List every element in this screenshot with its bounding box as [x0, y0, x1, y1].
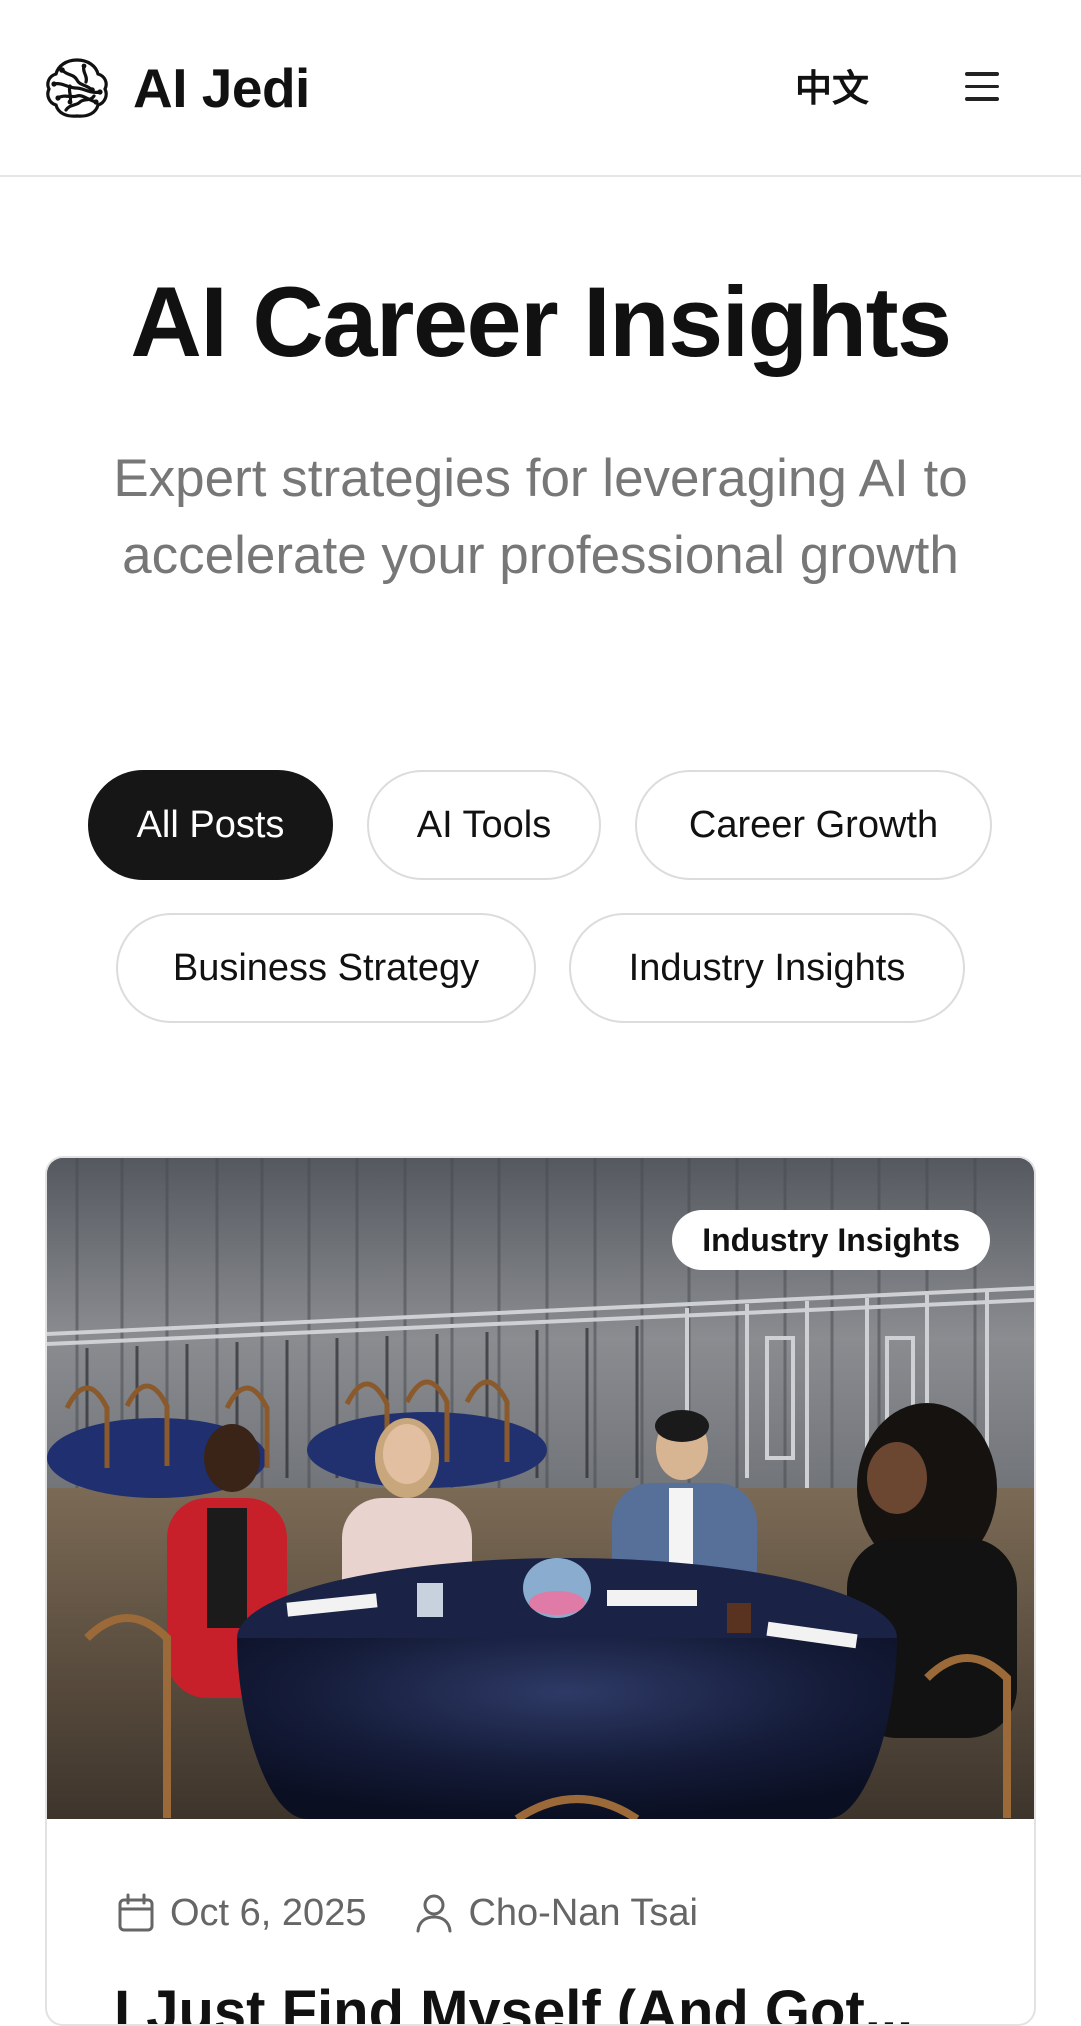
calendar-icon — [118, 1893, 154, 1932]
brain-circuit-icon[interactable] — [44, 56, 110, 120]
language-switch[interactable]: 中文 — [795, 64, 869, 114]
brand-name[interactable]: AI Jedi — [133, 53, 310, 123]
filter-business-strategy[interactable]: Business Strategy — [116, 913, 536, 1023]
post-date: Oct 6, 2025 — [170, 1891, 367, 1934]
filter-career-growth[interactable]: Career Growth — [635, 770, 992, 880]
hamburger-menu-icon[interactable] — [965, 72, 999, 102]
filter-industry-insights[interactable]: Industry Insights — [569, 913, 965, 1023]
post-title[interactable]: I Just Find Myself (And Got... — [114, 1978, 1014, 2024]
filter-all-posts[interactable]: All Posts — [88, 770, 333, 880]
post-card[interactable]: Industry Insights Oct 6, 2025 Cho-Nan Ts… — [45, 1156, 1036, 2026]
page-title: AI Career Insights — [130, 266, 952, 377]
post-author[interactable]: Cho-Nan Tsai — [468, 1892, 698, 1935]
filter-ai-tools[interactable]: AI Tools — [367, 770, 601, 880]
post-cover-image[interactable]: Industry Insights — [47, 1158, 1034, 1819]
site-header: AI Jedi 中文 — [0, 0, 1081, 177]
user-icon — [416, 1894, 452, 1933]
page-subtitle: Expert strategies for leveraging AI to a… — [113, 449, 968, 585]
post-category-badge: Industry Insights — [672, 1210, 990, 1270]
post-meta: Oct 6, 2025 Cho-Nan Tsai — [116, 1888, 698, 1938]
